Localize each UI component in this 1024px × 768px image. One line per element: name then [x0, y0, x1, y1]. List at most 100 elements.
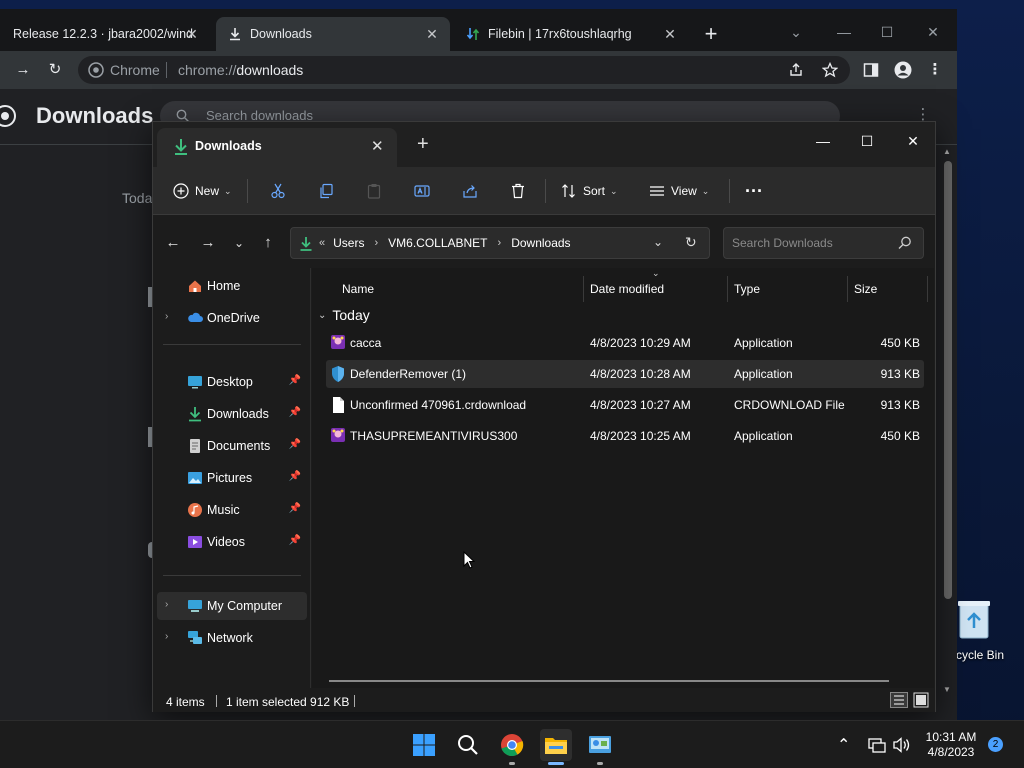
close-icon[interactable]: ✕ — [424, 26, 440, 42]
column-divider[interactable] — [847, 276, 848, 302]
breadcrumb-downloads[interactable]: Downloads — [511, 236, 570, 250]
address-dropdown-chevron-icon[interactable]: ⌄ — [653, 235, 663, 249]
explorer-tab-downloads[interactable]: Downloads ✕ — [157, 128, 397, 167]
breadcrumb-user-folder[interactable]: VM6.COLLABNET — [388, 236, 487, 250]
profile-icon[interactable] — [894, 61, 912, 79]
new-tab-button[interactable]: + — [417, 134, 429, 154]
paste-button[interactable] — [366, 179, 382, 203]
share-button[interactable] — [462, 179, 478, 203]
chevron-down-icon: ⌄ — [701, 185, 710, 196]
chevron-down-icon[interactable]: ⌄ — [776, 17, 816, 47]
recycle-bin-label: cycle Bin — [956, 648, 1005, 662]
copy-button[interactable] — [318, 179, 334, 203]
menu-kebab-icon[interactable]: ⋮ — [925, 60, 945, 80]
column-divider[interactable] — [583, 276, 584, 302]
file-type: Application — [734, 367, 793, 381]
search-icon[interactable] — [898, 236, 912, 250]
chrome-tab-release[interactable]: Release 12.2.3 · jbara2002/windo ✕ — [0, 17, 210, 51]
sidebar-item-videos[interactable]: Videos 📌 — [157, 528, 307, 556]
reload-button[interactable]: ↻ — [45, 60, 65, 80]
forward-button[interactable]: → — [13, 60, 33, 80]
sidebar-item-onedrive[interactable]: › OneDrive — [157, 304, 307, 332]
tiles-view-icon[interactable] — [913, 692, 929, 708]
maximize-button[interactable]: ☐ — [867, 17, 907, 47]
more-options-icon[interactable]: ··· — [745, 179, 763, 203]
clock[interactable]: 10:31 AM 4/8/2023 — [920, 730, 982, 760]
column-header-name[interactable]: Name — [342, 282, 374, 296]
sort-button[interactable]: Sort ⌄ — [561, 179, 618, 203]
network-icon[interactable] — [868, 737, 886, 753]
notification-badge[interactable]: 2 — [988, 737, 1003, 752]
view-button[interactable]: View ⌄ — [649, 179, 709, 203]
scroll-down-icon[interactable]: ▼ — [943, 685, 951, 694]
up-button[interactable]: ↑ — [258, 234, 278, 252]
rename-button[interactable] — [414, 179, 430, 203]
back-button[interactable]: ← — [163, 234, 183, 252]
chrome-tab-downloads[interactable]: Downloads ✕ — [216, 17, 450, 51]
table-row[interactable]: Unconfirmed 470961.crdownload 4/8/2023 1… — [326, 391, 924, 419]
group-header-today[interactable]: ⌄ Today — [318, 307, 370, 323]
sidebar-item-downloads[interactable]: Downloads 📌 — [157, 400, 307, 428]
chrome-tab-filebin[interactable]: Filebin | 17rx6toushlaqrhg ✕ — [456, 17, 688, 51]
column-header-date[interactable]: Date modified — [590, 282, 664, 296]
close-icon[interactable]: ✕ — [184, 26, 200, 42]
omnibox[interactable]: Chrome chrome://downloads — [78, 56, 850, 84]
search-icon[interactable] — [452, 729, 484, 761]
minimize-button[interactable]: — — [803, 126, 843, 156]
refresh-icon[interactable]: ↻ — [685, 234, 697, 251]
close-icon[interactable]: ✕ — [662, 26, 678, 42]
details-view-icon[interactable] — [890, 692, 908, 708]
chevron-right-icon[interactable]: › — [165, 631, 168, 642]
search-input[interactable] — [732, 234, 892, 252]
chevron-up-icon[interactable]: ⌃ — [837, 735, 850, 755]
sidebar-item-desktop[interactable]: Desktop 📌 — [157, 368, 307, 396]
forward-button[interactable]: → — [198, 234, 218, 252]
table-row[interactable]: cacca 4/8/2023 10:29 AM Application 450 … — [326, 329, 924, 357]
cut-button[interactable] — [270, 179, 286, 203]
sidebar-item-my-computer[interactable]: › My Computer — [157, 592, 307, 620]
column-header-size[interactable]: Size — [854, 282, 877, 296]
share-icon[interactable] — [788, 62, 804, 78]
maximize-button[interactable]: ☐ — [847, 126, 887, 156]
horizontal-scrollbar[interactable] — [329, 680, 889, 682]
breadcrumb-overflow-icon[interactable]: « — [319, 237, 325, 249]
chevron-right-icon[interactable]: › — [165, 311, 168, 322]
sidebar-item-network[interactable]: › Network — [157, 624, 307, 652]
close-window-button[interactable]: ✕ — [893, 126, 933, 156]
table-row[interactable]: THASUPREMEANTIVIRUS300 4/8/2023 10:25 AM… — [326, 422, 924, 450]
sort-icon — [562, 184, 575, 198]
new-button[interactable]: New ⌄ — [173, 179, 232, 203]
chevron-down-icon: ⌄ — [318, 309, 327, 321]
sidebar-item-music[interactable]: Music 📌 — [157, 496, 307, 524]
system-app-taskbar-button[interactable] — [584, 729, 616, 765]
scrollbar-thumb[interactable] — [944, 161, 952, 599]
column-divider[interactable] — [927, 276, 928, 302]
volume-icon[interactable] — [892, 736, 910, 754]
column-divider[interactable] — [727, 276, 728, 302]
scroll-up-icon[interactable]: ▲ — [943, 147, 951, 156]
sidebar-item-home[interactable]: Home — [157, 272, 307, 300]
chevron-right-icon[interactable]: › — [165, 599, 168, 610]
recycle-bin-icon — [958, 601, 990, 639]
side-panel-icon[interactable] — [863, 62, 879, 78]
explorer-search-box[interactable] — [723, 227, 924, 259]
sidebar-item-pictures[interactable]: Pictures 📌 — [157, 464, 307, 492]
sidebar-item-documents[interactable]: Documents 📌 — [157, 432, 307, 460]
breadcrumb-users[interactable]: Users — [333, 236, 364, 250]
new-tab-button[interactable]: + — [700, 23, 722, 46]
table-row[interactable]: DefenderRemover (1) 4/8/2023 10:28 AM Ap… — [326, 360, 924, 388]
minimize-button[interactable]: — — [824, 17, 864, 47]
close-window-button[interactable]: ✕ — [913, 17, 953, 47]
start-windows-icon[interactable] — [408, 729, 440, 761]
chrome-taskbar-button[interactable] — [496, 729, 528, 765]
view-button-label: View — [671, 184, 697, 198]
chrome-toolbar: → ↻ Chrome chrome://downloads ⋮ — [0, 51, 957, 89]
column-header-type[interactable]: Type — [734, 282, 760, 296]
chrome-scrollbar[interactable]: ▲ ▼ — [941, 147, 955, 700]
delete-button[interactable] — [510, 179, 526, 203]
recent-locations-chevron-icon[interactable]: ⌄ — [229, 234, 249, 252]
close-icon[interactable]: ✕ — [371, 137, 384, 155]
star-icon[interactable] — [822, 62, 838, 78]
file-explorer-taskbar-button[interactable] — [540, 729, 572, 765]
address-bar[interactable]: « Users › VM6.COLLABNET › Downloads ⌄ ↻ — [290, 227, 710, 259]
